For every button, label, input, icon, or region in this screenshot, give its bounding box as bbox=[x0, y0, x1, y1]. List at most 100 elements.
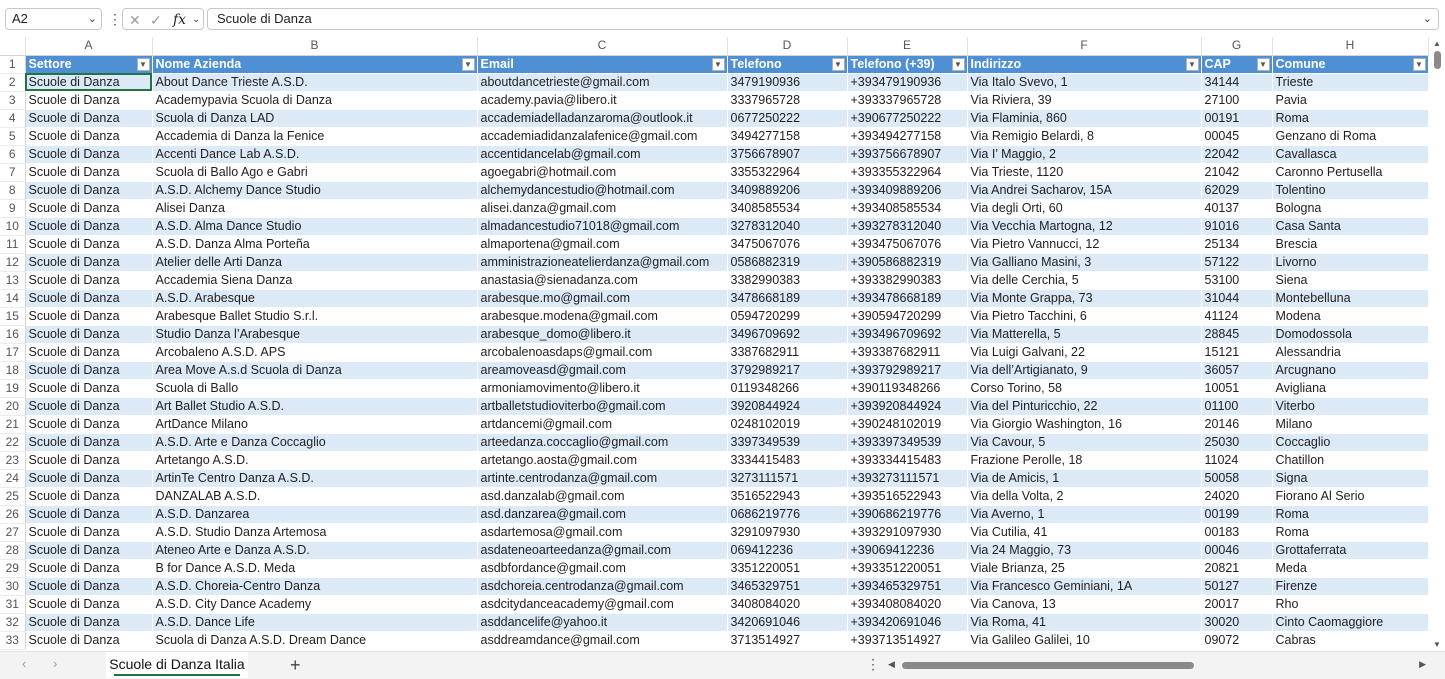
cell[interactable]: 3355322964 bbox=[727, 163, 847, 182]
cell[interactable]: Siena bbox=[1272, 271, 1428, 290]
cell[interactable]: A.S.D. Alma Dance Studio bbox=[152, 217, 477, 236]
cell[interactable]: A.S.D. City Dance Academy bbox=[152, 595, 477, 614]
cell[interactable]: +390119348266 bbox=[847, 379, 967, 398]
cell[interactable]: Scuole di Danza bbox=[25, 487, 152, 506]
cell[interactable]: Scuole di Danza bbox=[25, 523, 152, 542]
cell[interactable]: Fiorano Al Serio bbox=[1272, 487, 1428, 506]
cell[interactable]: Scuola di Ballo Ago e Gabri bbox=[152, 163, 477, 182]
cell[interactable]: arcobalenoasdaps@gmail.com bbox=[477, 343, 727, 362]
cell[interactable]: A.S.D. Choreia-Centro Danza bbox=[152, 577, 477, 596]
cell[interactable]: arteedanza.coccaglio@gmail.com bbox=[477, 433, 727, 452]
cell[interactable]: +390686219776 bbox=[847, 505, 967, 524]
name-box[interactable]: A2 ⌄ bbox=[5, 8, 102, 30]
cell[interactable]: Scuole di Danza bbox=[25, 469, 152, 488]
row-number[interactable]: 20 bbox=[0, 397, 26, 416]
cell[interactable]: 50058 bbox=[1201, 469, 1272, 488]
cell[interactable]: Via Matterella, 5 bbox=[967, 325, 1201, 344]
cell[interactable]: +393408084020 bbox=[847, 595, 967, 614]
cell[interactable]: A.S.D. Alchemy Dance Studio bbox=[152, 181, 477, 200]
cell[interactable]: +390586882319 bbox=[847, 253, 967, 272]
cell[interactable]: 3409889206 bbox=[727, 181, 847, 200]
add-sheet-icon[interactable]: + bbox=[290, 654, 301, 676]
cell[interactable]: Art Ballet Studio A.S.D. bbox=[152, 397, 477, 416]
cell[interactable]: 3382990383 bbox=[727, 271, 847, 290]
cell[interactable]: Firenze bbox=[1272, 577, 1428, 596]
column-header[interactable]: B bbox=[152, 37, 478, 56]
filter-dropdown-icon[interactable]: ▼ bbox=[831, 57, 845, 71]
cell[interactable]: Milano bbox=[1272, 415, 1428, 434]
column-header[interactable]: H bbox=[1272, 37, 1429, 56]
cell[interactable]: Scuola di Danza LAD bbox=[152, 109, 477, 128]
cell[interactable]: Ateneo Arte e Danza A.S.D. bbox=[152, 541, 477, 560]
row-number[interactable]: 7 bbox=[0, 163, 26, 182]
cell[interactable]: +393409889206 bbox=[847, 181, 967, 200]
cell[interactable]: 57122 bbox=[1201, 253, 1272, 272]
cell[interactable]: +393337965728 bbox=[847, 91, 967, 110]
cell[interactable]: Artetango A.S.D. bbox=[152, 451, 477, 470]
cell[interactable]: Accenti Dance Lab A.S.D. bbox=[152, 145, 477, 164]
row-number[interactable]: 2 bbox=[0, 73, 26, 92]
cell[interactable]: +393756678907 bbox=[847, 145, 967, 164]
cell[interactable]: Rho bbox=[1272, 595, 1428, 614]
more-vertical-icon[interactable]: ⋮ bbox=[108, 9, 122, 29]
vertical-scroll-thumb[interactable] bbox=[1434, 51, 1441, 69]
cell[interactable]: Caronno Pertusella bbox=[1272, 163, 1428, 182]
cell[interactable]: Via Pietro Tacchini, 6 bbox=[967, 307, 1201, 326]
cell[interactable]: Livorno bbox=[1272, 253, 1428, 272]
cell[interactable]: 3334415483 bbox=[727, 451, 847, 470]
cell[interactable]: Roma bbox=[1272, 109, 1428, 128]
cell[interactable]: 20821 bbox=[1201, 559, 1272, 578]
cell[interactable]: Via de Amicis, 1 bbox=[967, 469, 1201, 488]
cell[interactable]: Atelier delle Arti Danza bbox=[152, 253, 477, 272]
cell[interactable]: About Dance Trieste A.S.D. bbox=[152, 73, 477, 92]
cell[interactable]: Scuole di Danza bbox=[25, 631, 152, 650]
row-number[interactable]: 13 bbox=[0, 271, 26, 290]
cell[interactable]: 53100 bbox=[1201, 271, 1272, 290]
cell[interactable]: +393382990383 bbox=[847, 271, 967, 290]
cell[interactable]: 21042 bbox=[1201, 163, 1272, 182]
header-cell[interactable]: Telefono (+39) ▼ bbox=[847, 55, 968, 74]
cell[interactable]: 3337965728 bbox=[727, 91, 847, 110]
cell[interactable]: asdbfordance@gmail.com bbox=[477, 559, 727, 578]
cell[interactable]: +393355322964 bbox=[847, 163, 967, 182]
row-number[interactable]: 3 bbox=[0, 91, 26, 110]
cell[interactable]: +393397349539 bbox=[847, 433, 967, 452]
cell[interactable]: +393478668189 bbox=[847, 289, 967, 308]
cell[interactable]: 31044 bbox=[1201, 289, 1272, 308]
cell[interactable]: 20017 bbox=[1201, 595, 1272, 614]
cell[interactable]: 0677250222 bbox=[727, 109, 847, 128]
cell[interactable]: Cavallasca bbox=[1272, 145, 1428, 164]
cell[interactable]: Via del Pinturicchio, 22 bbox=[967, 397, 1201, 416]
cell[interactable]: 30020 bbox=[1201, 613, 1272, 632]
column-header[interactable]: A bbox=[25, 37, 153, 56]
cell[interactable]: Scuole di Danza bbox=[25, 325, 152, 344]
cell[interactable]: +393351220051 bbox=[847, 559, 967, 578]
cell[interactable]: 3278312040 bbox=[727, 217, 847, 236]
cell[interactable]: artdancemi@gmail.com bbox=[477, 415, 727, 434]
cell[interactable]: artballetstudioviterbo@gmail.com bbox=[477, 397, 727, 416]
scroll-right-icon[interactable]: ▶ bbox=[1419, 659, 1426, 670]
cell[interactable]: Scuola di Ballo bbox=[152, 379, 477, 398]
row-number[interactable]: 19 bbox=[0, 379, 26, 398]
row-number[interactable]: 1 bbox=[0, 55, 26, 74]
cell[interactable]: 10051 bbox=[1201, 379, 1272, 398]
cell[interactable]: 20146 bbox=[1201, 415, 1272, 434]
cell[interactable]: Scuole di Danza bbox=[25, 433, 152, 452]
cell[interactable]: Via Andrei Sacharov, 15A bbox=[967, 181, 1201, 200]
cell[interactable]: +393465329751 bbox=[847, 577, 967, 596]
cell[interactable]: Domodossola bbox=[1272, 325, 1428, 344]
cell[interactable]: Scuole di Danza bbox=[25, 505, 152, 524]
column-header[interactable]: E bbox=[847, 37, 968, 56]
cell[interactable]: academy.pavia@libero.it bbox=[477, 91, 727, 110]
row-number[interactable]: 30 bbox=[0, 577, 26, 596]
cell[interactable]: Viterbo bbox=[1272, 397, 1428, 416]
header-cell[interactable]: Settore ▼ bbox=[25, 55, 153, 74]
cell[interactable]: accentidancelab@gmail.com bbox=[477, 145, 727, 164]
check-icon[interactable]: ✓ bbox=[150, 10, 162, 30]
cell[interactable]: alisei.danza@gmail.com bbox=[477, 199, 727, 218]
row-number[interactable]: 33 bbox=[0, 631, 26, 650]
cell[interactable]: Cabras bbox=[1272, 631, 1428, 650]
cell[interactable]: Scuole di Danza bbox=[25, 613, 152, 632]
cell[interactable]: +390248102019 bbox=[847, 415, 967, 434]
cell[interactable]: +393713514927 bbox=[847, 631, 967, 650]
